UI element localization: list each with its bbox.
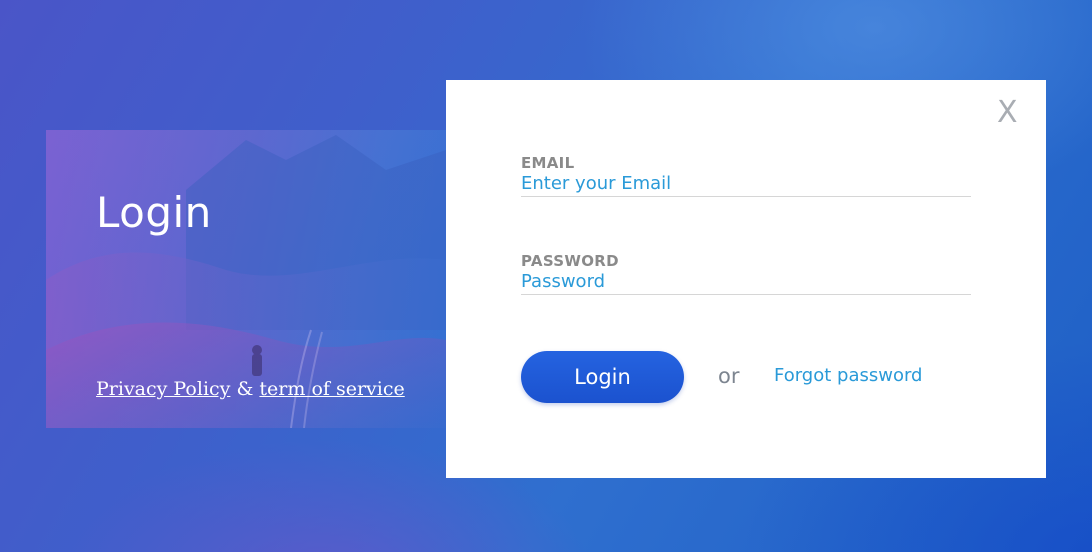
hero-title: Login	[96, 188, 212, 237]
ampersand-text: &	[236, 378, 254, 400]
terms-of-service-link[interactable]: term of service	[259, 378, 404, 400]
privacy-policy-link[interactable]: Privacy Policy	[96, 378, 230, 400]
legal-links: Privacy Policy & term of service	[96, 378, 405, 400]
email-input[interactable]	[521, 172, 971, 197]
password-label: PASSWORD	[521, 252, 619, 270]
email-field-group: EMAIL	[521, 154, 971, 197]
login-button[interactable]: Login	[521, 351, 684, 403]
close-icon[interactable]: X	[997, 98, 1018, 128]
email-label: EMAIL	[521, 154, 575, 172]
forgot-password-link[interactable]: Forgot password	[774, 365, 922, 386]
password-input[interactable]	[521, 270, 971, 295]
login-modal: X EMAIL PASSWORD Login or Forgot passwor…	[446, 80, 1046, 478]
or-separator: or	[718, 364, 740, 388]
password-field-group: PASSWORD	[521, 252, 971, 295]
login-hero-panel: Login Privacy Policy & term of service	[46, 130, 446, 428]
